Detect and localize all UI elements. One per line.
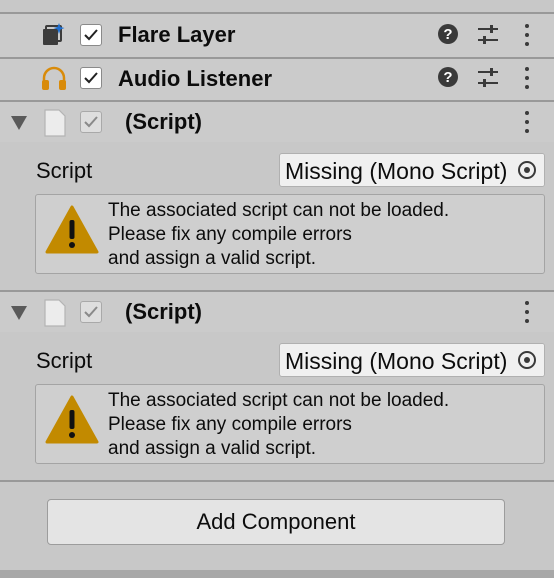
warning-message-line: Please fix any compile errors xyxy=(108,414,352,435)
script-component-header[interactable]: (Script) xyxy=(0,102,554,142)
more-options-icon[interactable] xyxy=(524,67,530,89)
script-field-label: Script xyxy=(36,348,93,373)
script-enabled-checkbox[interactable] xyxy=(80,111,102,133)
help-icon[interactable]: ? xyxy=(438,24,458,44)
warning-icon xyxy=(45,205,99,255)
svg-text:?: ? xyxy=(443,69,452,86)
script-object-field[interactable]: Missing (Mono Script) xyxy=(279,153,545,187)
warning-message-line: The associated script can not be loaded. xyxy=(108,390,450,411)
audio-listener-header[interactable]: Audio Listener ? xyxy=(0,59,554,100)
warning-message-line: and assign a valid script. xyxy=(108,248,317,269)
add-component-button[interactable]: Add Component xyxy=(47,499,505,545)
flare-layer-header[interactable]: Flare Layer ? xyxy=(0,14,554,57)
script-component-header[interactable]: (Script) xyxy=(0,292,554,332)
more-options-icon[interactable] xyxy=(524,111,530,133)
warning-icon xyxy=(45,395,99,445)
component-title: Flare Layer xyxy=(118,22,236,47)
script-field-value: Missing (Mono Script) xyxy=(285,158,508,184)
object-picker-icon[interactable] xyxy=(510,154,544,186)
script-field-value: Missing (Mono Script) xyxy=(285,348,508,374)
flare-layer-enabled-checkbox[interactable] xyxy=(80,24,102,46)
warning-message-line: Please fix any compile errors xyxy=(108,224,352,245)
script-object-field[interactable]: Missing (Mono Script) xyxy=(279,343,545,377)
component-title: (Script) xyxy=(125,299,202,324)
presets-icon[interactable] xyxy=(477,67,499,89)
warning-helpbox: The associated script can not be loaded.… xyxy=(35,194,545,274)
component-title: Audio Listener xyxy=(118,66,273,91)
presets-icon[interactable] xyxy=(477,24,499,46)
more-options-icon[interactable] xyxy=(524,301,530,323)
object-picker-icon[interactable] xyxy=(510,344,544,376)
svg-text:?: ? xyxy=(443,26,452,43)
bottom-bar xyxy=(0,570,554,578)
headphones-icon xyxy=(40,66,68,92)
warning-helpbox: The associated script can not be loaded.… xyxy=(35,384,545,464)
flare-layer-icon xyxy=(40,22,66,48)
warning-message-line: The associated script can not be loaded. xyxy=(108,200,450,221)
separator xyxy=(0,480,554,482)
help-icon[interactable]: ? xyxy=(438,67,458,87)
foldout-arrow-icon[interactable] xyxy=(10,115,28,131)
script-file-icon xyxy=(43,109,67,137)
foldout-arrow-icon[interactable] xyxy=(10,305,28,321)
component-title: (Script) xyxy=(125,109,202,134)
audio-listener-enabled-checkbox[interactable] xyxy=(80,67,102,89)
script-file-icon xyxy=(43,299,67,327)
script-enabled-checkbox[interactable] xyxy=(80,301,102,323)
warning-message-line: and assign a valid script. xyxy=(108,438,317,459)
script-field-label: Script xyxy=(36,158,93,183)
more-options-icon[interactable] xyxy=(524,24,530,46)
